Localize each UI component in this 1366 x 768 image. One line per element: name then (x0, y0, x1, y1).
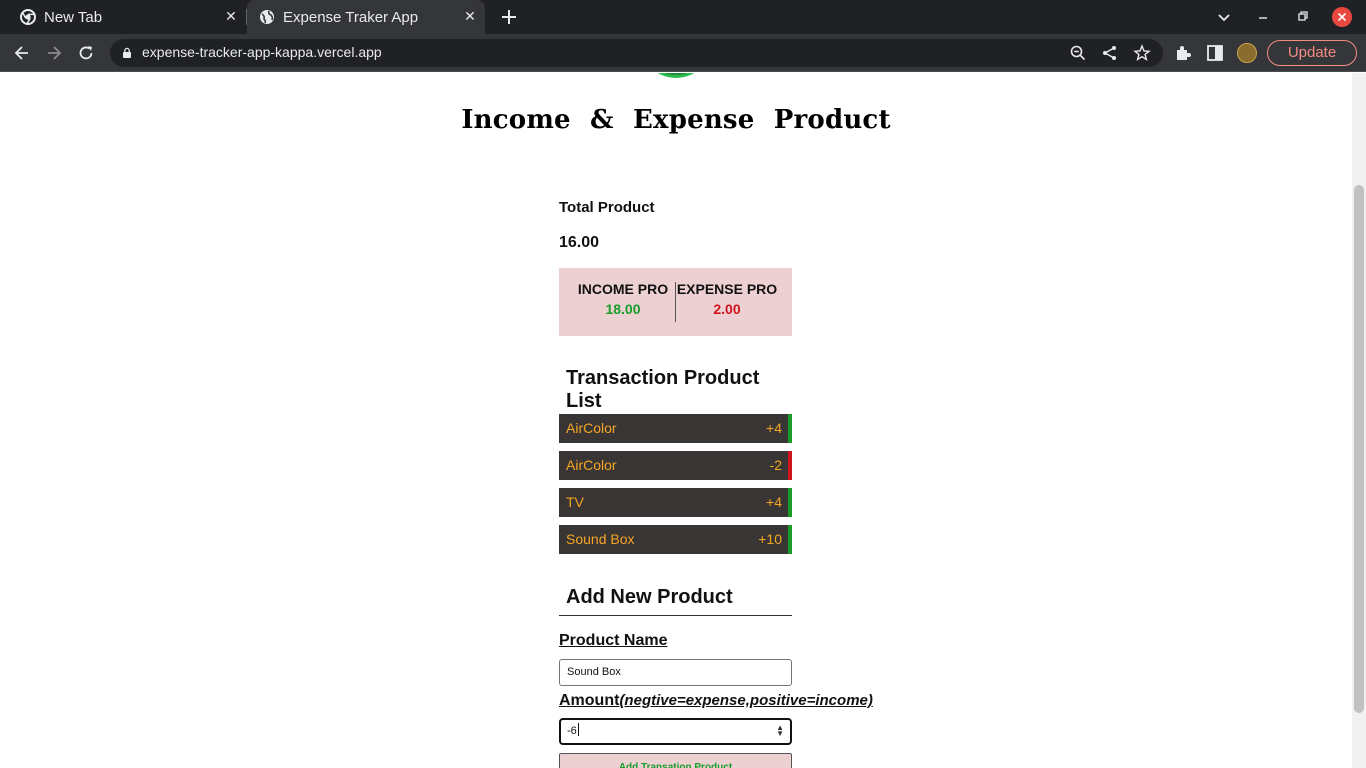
globe-icon (260, 10, 274, 24)
tab-search-chevron-icon[interactable] (1214, 7, 1234, 27)
text-caret (577, 723, 579, 736)
transaction-name: AirColor (566, 457, 617, 473)
income-expense-summary: INCOME PRO 18.00 EXPENSE PRO 2.00 (559, 268, 792, 336)
transaction-list-heading: Transaction Product List (559, 367, 792, 420)
close-window-icon[interactable] (1332, 7, 1352, 27)
page-scrollbar[interactable] (1352, 73, 1366, 768)
zoom-icon[interactable] (1069, 44, 1087, 62)
product-name-label: Product Name (559, 632, 668, 649)
address-bar[interactable]: expense-tracker-app-kappa.vercel.app (110, 39, 1163, 67)
transaction-item[interactable]: AirColor -2 (559, 451, 792, 480)
forward-icon[interactable] (44, 43, 64, 63)
page-viewport: Income & Expense Product Total Product 1… (0, 73, 1352, 768)
extensions-icon[interactable] (1173, 43, 1193, 63)
back-icon[interactable] (12, 43, 32, 63)
browser-toolbar: expense-tracker-app-kappa.vercel.app Upd… (0, 34, 1366, 72)
transaction-name: AirColor (566, 420, 617, 436)
number-spinner-icon[interactable]: ▲ ▼ (776, 724, 784, 738)
income-label: INCOME PRO (577, 281, 669, 297)
amount-value: -6 (567, 725, 577, 737)
transaction-item[interactable]: AirColor +4 (559, 414, 792, 443)
amount-hint: (negtive=expense,positive=income) (619, 692, 873, 709)
tab-new-tab[interactable]: New Tab ✕ (8, 0, 246, 34)
new-tab-icon[interactable] (499, 7, 519, 27)
url-text: expense-tracker-app-kappa.vercel.app (142, 44, 382, 60)
expense-summary: EXPENSE PRO 2.00 (669, 281, 785, 317)
transaction-item[interactable]: Sound Box +10 (559, 525, 792, 554)
amount-label-text: Amount (559, 692, 620, 709)
expense-value: 2.00 (713, 301, 741, 317)
tab-expense-traker-app[interactable]: Expense Traker App ✕ (247, 0, 485, 34)
transaction-item[interactable]: TV +4 (559, 488, 792, 517)
income-indicator (788, 525, 792, 554)
transaction-name: Sound Box (566, 531, 635, 547)
tab-title: Expense Traker App (283, 9, 419, 26)
income-value: 18.00 (605, 301, 641, 317)
expense-indicator (788, 451, 792, 480)
restore-icon[interactable] (1292, 7, 1312, 27)
amount-label: Amount(negtive=expense,positive=income) (559, 692, 873, 710)
reload-icon[interactable] (76, 43, 96, 63)
transaction-amount: +4 (766, 494, 782, 510)
total-product-label: Total Product (559, 199, 655, 216)
tab-title: New Tab (44, 9, 103, 26)
income-summary: INCOME PRO 18.00 (565, 281, 681, 317)
profile-avatar[interactable] (1237, 43, 1257, 63)
close-tab-icon[interactable]: ✕ (461, 8, 479, 26)
tab-strip: New Tab ✕ Expense Traker App ✕ (0, 0, 1366, 34)
amount-input[interactable]: -6 ▲ ▼ (559, 718, 792, 745)
expense-label: EXPENSE PRO (676, 281, 778, 297)
transaction-amount: +4 (766, 420, 782, 436)
transaction-name: TV (566, 494, 584, 510)
transaction-amount: +10 (758, 531, 782, 547)
income-indicator (788, 488, 792, 517)
income-indicator (788, 414, 792, 443)
page-title: Income & Expense Product (461, 105, 891, 135)
bookmark-star-icon[interactable] (1133, 44, 1151, 62)
scrollbar-thumb[interactable] (1354, 185, 1364, 713)
transaction-amount: -2 (769, 457, 782, 473)
logo-image (640, 73, 712, 78)
share-icon[interactable] (1101, 44, 1119, 62)
lock-icon[interactable] (121, 47, 133, 59)
add-product-heading: Add New Product (559, 586, 792, 616)
update-button[interactable]: Update (1267, 40, 1357, 66)
add-transaction-button[interactable]: Add Transation Product (559, 753, 792, 768)
side-panel-icon[interactable] (1205, 43, 1225, 63)
product-name-input[interactable]: Sound Box (559, 659, 792, 686)
minimize-icon[interactable] (1253, 7, 1273, 27)
close-tab-icon[interactable]: ✕ (222, 8, 240, 26)
total-product-value: 16.00 (559, 234, 600, 251)
chrome-icon (20, 9, 36, 25)
